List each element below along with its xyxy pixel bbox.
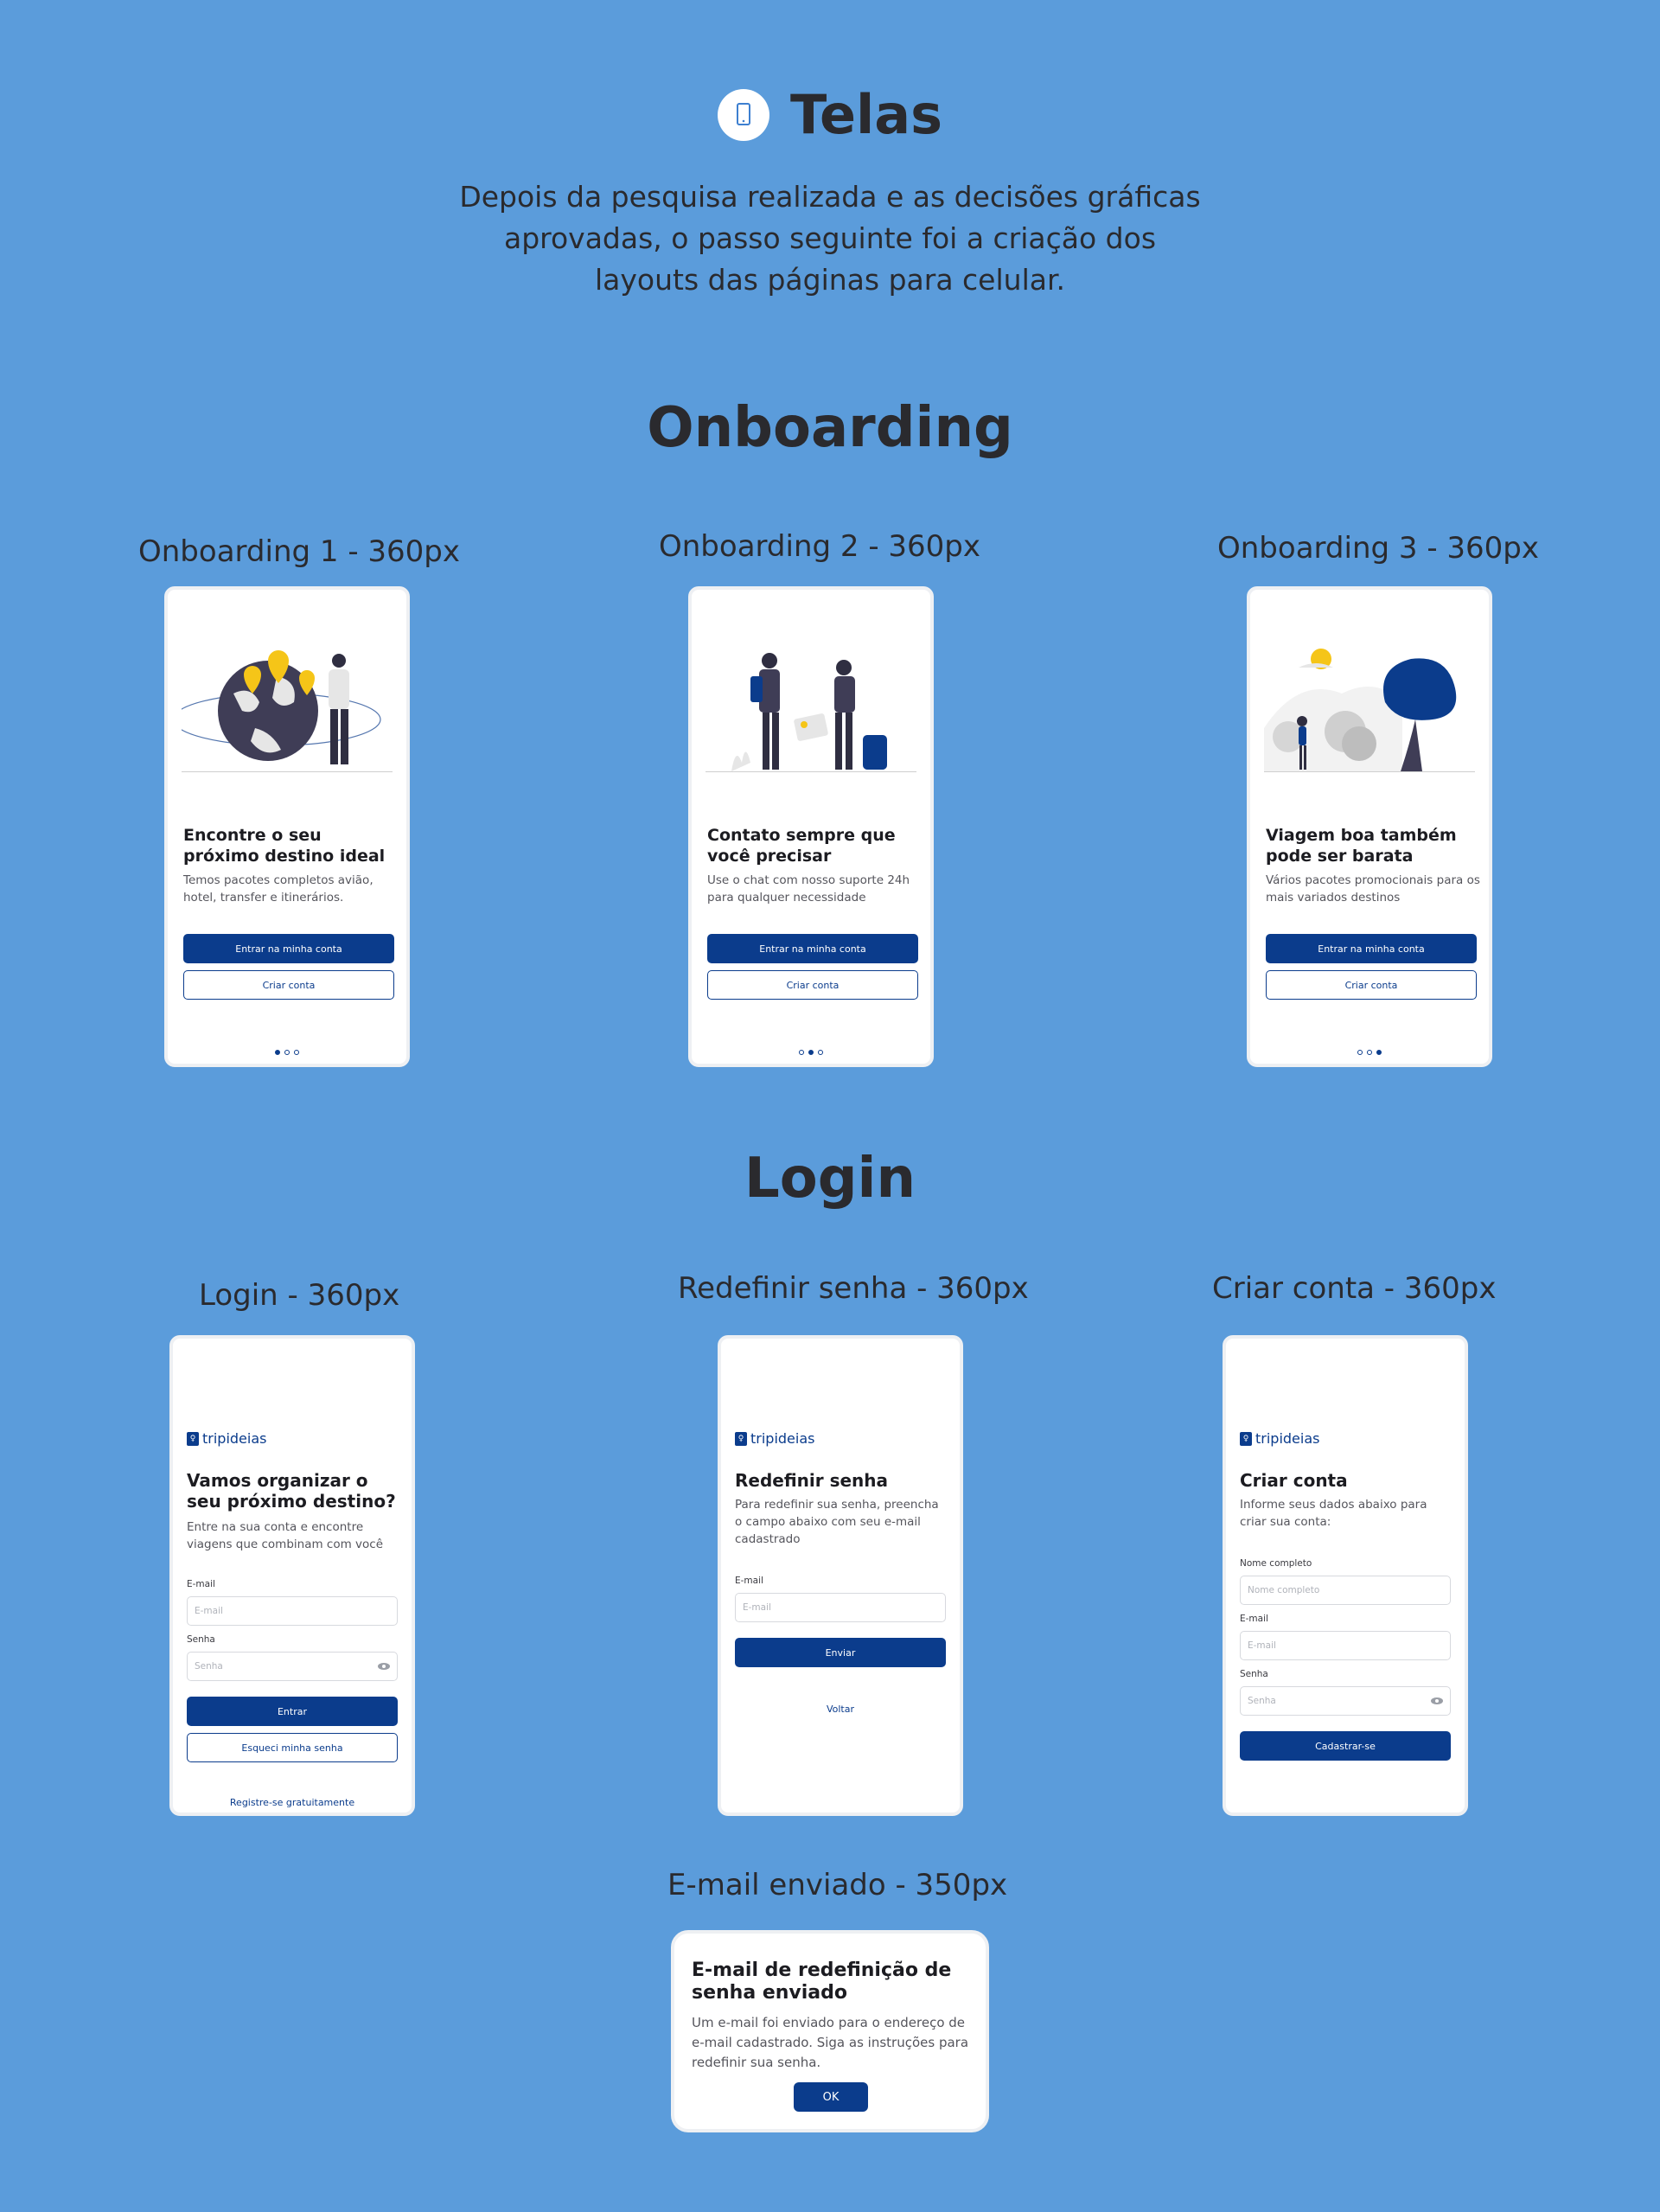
create-account-button[interactable]: Criar conta bbox=[183, 970, 394, 1000]
login-section-title: Login bbox=[744, 1147, 916, 1211]
email-field[interactable]: E-mail bbox=[187, 1596, 398, 1626]
logo-icon: ♀ bbox=[187, 1431, 199, 1446]
pagination-dots[interactable] bbox=[692, 1050, 930, 1055]
screen-label-signup: Criar conta - 360px bbox=[1212, 1271, 1497, 1306]
trees-sun-illustration bbox=[1264, 649, 1475, 772]
signup-screen: ♀ tripideias Criar conta Informe seus da… bbox=[1223, 1335, 1468, 1816]
signup-desc: Informe seus dados abaixo para criar sua… bbox=[1240, 1498, 1427, 1529]
tripideias-logo: ♀ tripideias bbox=[1240, 1430, 1319, 1447]
email-field[interactable]: E-mail bbox=[1240, 1631, 1451, 1660]
modal-desc: Um e-mail foi enviado para o endereço de… bbox=[692, 2015, 969, 2070]
eye-icon[interactable] bbox=[378, 1663, 390, 1670]
onboarding-desc: Use o chat com nosso suporte 24h para qu… bbox=[707, 873, 910, 905]
email-label: E-mail bbox=[187, 1579, 215, 1589]
email-label: E-mail bbox=[1240, 1614, 1268, 1624]
screen-label-onboarding-2: Onboarding 2 - 360px bbox=[659, 529, 980, 564]
password-label: Senha bbox=[1240, 1669, 1268, 1679]
onboarding-2-screen: Contato sempre que você precisar Use o c… bbox=[688, 586, 934, 1067]
logo-icon: ♀ bbox=[1240, 1431, 1252, 1446]
logo-icon: ♀ bbox=[735, 1431, 747, 1446]
logo-text: tripideias bbox=[202, 1430, 267, 1447]
ok-button[interactable]: OK bbox=[794, 2082, 868, 2112]
name-field[interactable]: Nome completo bbox=[1240, 1576, 1451, 1605]
page-header: Telas bbox=[0, 83, 1660, 146]
password-placeholder: Senha bbox=[1248, 1696, 1276, 1706]
pagination-dots[interactable] bbox=[1250, 1050, 1489, 1055]
onboarding-desc: Vários pacotes promocionais para os mais… bbox=[1266, 873, 1480, 905]
login-screen: ♀ tripideias Vamos organizar o seu próxi… bbox=[169, 1335, 415, 1816]
password-placeholder: Senha bbox=[195, 1661, 223, 1672]
reset-password-screen: ♀ tripideias Redefinir senha Para redefi… bbox=[718, 1335, 963, 1816]
login-button[interactable]: Entrar na minha conta bbox=[1266, 934, 1477, 963]
pagination-dot[interactable] bbox=[275, 1050, 280, 1055]
password-field[interactable]: Senha bbox=[1240, 1686, 1451, 1716]
create-account-button[interactable]: Criar conta bbox=[707, 970, 918, 1000]
password-field[interactable]: Senha bbox=[187, 1652, 398, 1681]
tripideias-logo: ♀ tripideias bbox=[187, 1430, 266, 1447]
create-account-button[interactable]: Criar conta bbox=[1266, 970, 1477, 1000]
forgot-password-button[interactable]: Esqueci minha senha bbox=[187, 1733, 398, 1762]
reset-desc: Para redefinir sua senha, preencha o cam… bbox=[735, 1498, 939, 1546]
email-placeholder: E-mail bbox=[743, 1602, 771, 1613]
onboarding-1-screen: Encontre o seu próximo destino ideal Tem… bbox=[164, 586, 410, 1067]
phone-icon bbox=[717, 88, 769, 141]
pagination-dot[interactable] bbox=[818, 1050, 823, 1055]
email-placeholder: E-mail bbox=[1248, 1640, 1276, 1651]
signup-submit-button[interactable]: Cadastrar-se bbox=[1240, 1731, 1451, 1761]
onboarding-3-screen: Viagem boa também pode ser barata Vários… bbox=[1247, 586, 1492, 1067]
back-link[interactable]: Voltar bbox=[721, 1704, 960, 1715]
modal-title: E-mail de redefinição de senha enviado bbox=[692, 1959, 952, 2004]
world-map-pins-illustration bbox=[182, 650, 393, 772]
name-placeholder: Nome completo bbox=[1248, 1585, 1320, 1595]
logo-text: tripideias bbox=[1255, 1430, 1320, 1447]
email-field[interactable]: E-mail bbox=[735, 1593, 946, 1622]
send-button[interactable]: Enviar bbox=[735, 1638, 946, 1667]
login-button[interactable]: Entrar na minha conta bbox=[183, 934, 394, 963]
pagination-dot[interactable] bbox=[1376, 1050, 1382, 1055]
reset-title: Redefinir senha bbox=[735, 1470, 889, 1491]
signup-title: Criar conta bbox=[1240, 1470, 1348, 1491]
travelers-illustration bbox=[706, 653, 916, 772]
pagination-dot[interactable] bbox=[808, 1050, 814, 1055]
onboarding-title: Viagem boa também pode ser barata bbox=[1266, 826, 1457, 866]
onboarding-section-title: Onboarding bbox=[647, 396, 1013, 460]
login-title: Vamos organizar o seu próximo destino? bbox=[187, 1470, 396, 1512]
screen-label-reset: Redefinir senha - 360px bbox=[678, 1271, 1029, 1306]
onboarding-title: Contato sempre que você precisar bbox=[707, 826, 896, 866]
tripideias-logo: ♀ tripideias bbox=[735, 1430, 814, 1447]
login-button[interactable]: Entrar na minha conta bbox=[707, 934, 918, 963]
eye-icon[interactable] bbox=[1431, 1697, 1443, 1704]
register-link[interactable]: Registre-se gratuitamente bbox=[173, 1797, 412, 1808]
pagination-dot[interactable] bbox=[799, 1050, 804, 1055]
email-label: E-mail bbox=[735, 1576, 763, 1586]
email-sent-modal: E-mail de redefinição de senha enviado U… bbox=[671, 1930, 989, 2132]
pagination-dot[interactable] bbox=[1367, 1050, 1372, 1055]
intro-text: Depois da pesquisa realizada e as decisõ… bbox=[459, 180, 1201, 297]
pagination-dot[interactable] bbox=[1357, 1050, 1363, 1055]
password-label: Senha bbox=[187, 1634, 215, 1645]
page-title: Telas bbox=[789, 83, 943, 146]
screen-label-onboarding-1: Onboarding 1 - 360px bbox=[138, 534, 460, 569]
pagination-dots[interactable] bbox=[168, 1050, 406, 1055]
screen-label-email-sent: E-mail enviado - 350px bbox=[667, 1868, 1008, 1902]
login-desc: Entre na sua conta e encontre viagens qu… bbox=[187, 1520, 384, 1551]
email-placeholder: E-mail bbox=[195, 1606, 223, 1616]
pagination-dot[interactable] bbox=[294, 1050, 299, 1055]
logo-text: tripideias bbox=[750, 1430, 815, 1447]
screen-label-login: Login - 360px bbox=[199, 1278, 400, 1313]
pagination-dot[interactable] bbox=[284, 1050, 290, 1055]
onboarding-title: Encontre o seu próximo destino ideal bbox=[183, 826, 386, 866]
onboarding-desc: Temos pacotes completos avião, hotel, tr… bbox=[183, 873, 374, 905]
login-submit-button[interactable]: Entrar bbox=[187, 1697, 398, 1726]
screen-label-onboarding-3: Onboarding 3 - 360px bbox=[1217, 531, 1539, 566]
name-label: Nome completo bbox=[1240, 1558, 1312, 1569]
